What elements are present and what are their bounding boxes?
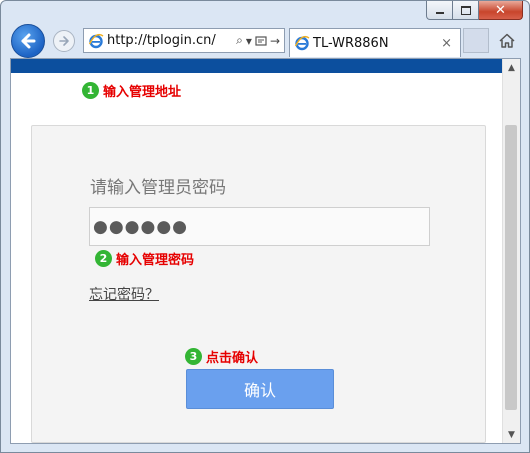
tab-close-icon[interactable]: × xyxy=(441,36,452,51)
back-button[interactable] xyxy=(11,24,45,58)
address-url[interactable]: http://tplogin.cn/ xyxy=(107,33,236,48)
password-masked-value: ●●●●●● xyxy=(93,216,189,237)
home-icon xyxy=(499,33,515,48)
router-header-bar xyxy=(11,59,504,73)
scroll-thumb[interactable] xyxy=(505,125,517,410)
go-arrow-icon[interactable]: → xyxy=(270,34,280,48)
minimize-icon xyxy=(435,12,444,14)
close-window-button[interactable]: ✕ xyxy=(479,1,523,20)
maximize-button[interactable] xyxy=(453,1,479,20)
step-2-badge: 2 xyxy=(95,250,112,267)
minimize-button[interactable] xyxy=(426,1,453,20)
scroll-up-arrow-icon[interactable]: ▲ xyxy=(503,59,520,76)
tab-title: TL-WR886N xyxy=(313,35,389,51)
tab-ie-icon xyxy=(294,35,310,51)
forgot-password-link[interactable]: 忘记密码？ xyxy=(89,284,159,304)
dropdown-arrow-icon[interactable]: ▾ xyxy=(246,34,252,48)
password-prompt: 请输入管理员密码 xyxy=(90,178,226,198)
scroll-down-arrow-icon[interactable]: ▼ xyxy=(503,426,520,443)
forward-arrow-icon xyxy=(59,36,69,46)
maximize-icon xyxy=(460,5,471,15)
page-viewport: 1 输入管理地址 请输入管理员密码 ●●●●●● 忘记密码？ 确认 2 输入管理… xyxy=(10,58,521,444)
home-button[interactable] xyxy=(495,29,519,53)
browser-window: ✕ http://tplogin.cn/ ⌕ ▾ → TL-WR886N × 1… xyxy=(0,0,530,453)
address-bar[interactable]: http://tplogin.cn/ ⌕ ▾ → xyxy=(83,28,285,53)
step-3-badge: 3 xyxy=(185,348,202,365)
step-1-label: 输入管理地址 xyxy=(103,85,182,100)
search-icon[interactable]: ⌕ xyxy=(236,33,243,48)
password-input[interactable]: ●●●●●● xyxy=(89,207,430,246)
step-1-badge: 1 xyxy=(82,82,99,99)
compatibility-view-icon[interactable] xyxy=(255,35,267,47)
forward-button[interactable] xyxy=(53,30,75,52)
step-3-label: 点击确认 xyxy=(206,351,259,366)
step-3-annotation: 3 点击确认 xyxy=(185,347,258,366)
active-tab[interactable]: TL-WR886N × xyxy=(289,28,461,57)
navigation-bar: http://tplogin.cn/ ⌕ ▾ → TL-WR886N × xyxy=(1,23,529,59)
confirm-button[interactable]: 确认 xyxy=(186,369,334,409)
window-controls: ✕ xyxy=(426,1,523,21)
back-arrow-icon xyxy=(21,33,36,49)
login-panel: 请输入管理员密码 ●●●●●● 忘记密码？ 确认 xyxy=(31,125,486,443)
step-2-label: 输入管理密码 xyxy=(116,253,195,268)
ie-page-icon xyxy=(88,33,104,48)
step-1-annotation: 1 输入管理地址 xyxy=(82,81,181,100)
close-icon: ✕ xyxy=(495,2,506,18)
vertical-scrollbar[interactable]: ▲ ▼ xyxy=(502,59,520,443)
step-2-annotation: 2 输入管理密码 xyxy=(95,249,194,268)
new-tab-button[interactable] xyxy=(463,28,489,53)
